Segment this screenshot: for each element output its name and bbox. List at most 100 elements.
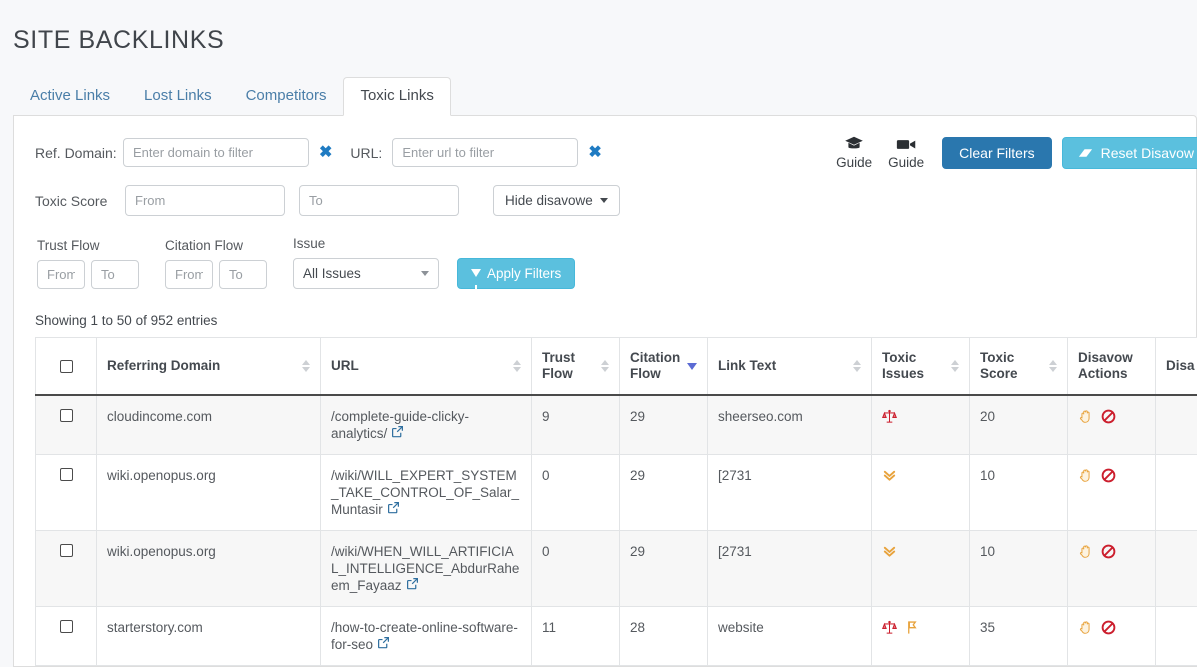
- cell-disavow-actions: [1068, 607, 1156, 666]
- ban-icon[interactable]: [1101, 620, 1116, 635]
- cell-toxic-score: 10: [970, 531, 1068, 607]
- column-citation-flow[interactable]: Citation Flow: [620, 338, 708, 396]
- column-toxic-issues[interactable]: Toxic Issues: [872, 338, 970, 396]
- guide-video-label: Guide: [888, 155, 924, 170]
- sort-arrows-icon[interactable]: [601, 360, 609, 372]
- hand-icon[interactable]: [1078, 620, 1093, 635]
- row-checkbox-cell[interactable]: [36, 531, 97, 607]
- trust-flow-to-input[interactable]: [91, 260, 139, 289]
- toxic-score-from-input[interactable]: [125, 185, 285, 216]
- hand-icon[interactable]: [1078, 468, 1093, 483]
- hand-icon[interactable]: [1078, 544, 1093, 559]
- cell-disavow-status: [1156, 531, 1197, 607]
- column-label: Referring Domain: [107, 358, 220, 374]
- double-chevron-down-icon[interactable]: [882, 468, 897, 483]
- row-checkbox[interactable]: [60, 468, 73, 481]
- tab-toxic-links[interactable]: Toxic Links: [343, 77, 450, 116]
- filter-row-flows: Trust Flow Citation Flow Issue All Issue…: [35, 236, 1196, 293]
- open-url-link[interactable]: [387, 501, 400, 518]
- column-toxic-score[interactable]: Toxic Score: [970, 338, 1068, 396]
- table-row: cloudincome.com/complete-guide-clicky-an…: [36, 395, 1197, 455]
- sort-arrows-icon[interactable]: [1049, 360, 1057, 372]
- column-trust-flow[interactable]: Trust Flow: [532, 338, 620, 396]
- cell-disavow-actions: [1068, 395, 1156, 455]
- column-label: Disa: [1166, 358, 1195, 374]
- row-checkbox[interactable]: [60, 620, 73, 633]
- entries-count: Showing 1 to 50 of 952 entries: [14, 293, 1196, 337]
- guide-doc-button[interactable]: Guide: [828, 136, 880, 170]
- filter-funnel-icon: [471, 269, 481, 277]
- external-link-icon[interactable]: [406, 577, 419, 590]
- sort-arrows-icon[interactable]: [513, 360, 521, 372]
- ref-domain-input[interactable]: [123, 138, 309, 167]
- row-checkbox-cell[interactable]: [36, 607, 97, 666]
- url-clear-icon[interactable]: ✖: [588, 145, 601, 161]
- ban-icon[interactable]: [1101, 544, 1116, 559]
- guide-doc-label: Guide: [836, 155, 872, 170]
- apply-filters-button[interactable]: Apply Filters: [457, 258, 575, 289]
- external-link-icon[interactable]: [391, 425, 404, 438]
- double-chevron-down-icon[interactable]: [882, 544, 897, 559]
- sort-arrows-icon[interactable]: [951, 360, 959, 372]
- external-link-icon[interactable]: [387, 501, 400, 514]
- toxic-score-to-input[interactable]: [299, 185, 459, 216]
- external-link-icon[interactable]: [377, 636, 390, 649]
- backlinks-table: Referring Domain URL Trust Flow: [35, 337, 1197, 666]
- cell-url: /complete-guide-clicky-analytics/: [321, 395, 532, 455]
- sort-descending-icon[interactable]: [687, 363, 697, 370]
- sort-arrows-icon[interactable]: [853, 360, 861, 372]
- scales-icon[interactable]: [882, 409, 897, 424]
- column-referring-domain[interactable]: Referring Domain: [97, 338, 321, 396]
- cell-toxic-score: 10: [970, 455, 1068, 531]
- eraser-icon: [1077, 146, 1094, 160]
- column-select-all[interactable]: [36, 338, 97, 396]
- row-checkbox-cell[interactable]: [36, 395, 97, 455]
- toxic-links-panel: Ref. Domain: ✖ URL: ✖ Toxic Score Hide d…: [13, 115, 1197, 667]
- cell-toxic-score: 20: [970, 395, 1068, 455]
- row-checkbox[interactable]: [60, 544, 73, 557]
- scales-icon[interactable]: [882, 620, 897, 635]
- column-label: Link Text: [718, 358, 776, 374]
- open-url-link[interactable]: [377, 636, 390, 653]
- citation-flow-to-input[interactable]: [219, 260, 267, 289]
- apply-filters-label: Apply Filters: [487, 266, 561, 281]
- flag-icon[interactable]: [905, 620, 920, 635]
- issue-group: Issue All Issues: [293, 236, 439, 289]
- cell-url: /wiki/WILL_EXPERT_SYSTEM_TAKE_CONTROL_OF…: [321, 455, 532, 531]
- ref-domain-clear-icon[interactable]: ✖: [319, 145, 332, 161]
- select-all-checkbox[interactable]: [60, 360, 73, 373]
- tab-competitors[interactable]: Competitors: [229, 77, 344, 115]
- guide-video-button[interactable]: Guide: [880, 137, 932, 170]
- row-checkbox[interactable]: [60, 409, 73, 422]
- sort-arrows-icon[interactable]: [302, 360, 310, 372]
- tab-lost-links[interactable]: Lost Links: [127, 77, 229, 115]
- citation-flow-from-input[interactable]: [165, 260, 213, 289]
- filter-row-toxic-score: Toxic Score Hide disavowe: [35, 185, 1196, 216]
- table-row: starterstory.com/how-to-create-online-so…: [36, 607, 1197, 666]
- cell-citation-flow: 29: [620, 531, 708, 607]
- issue-select[interactable]: All Issues: [293, 258, 439, 289]
- cell-link-text: sheerseo.com: [708, 395, 872, 455]
- open-url-link[interactable]: [406, 577, 419, 594]
- cell-link-text: [2731: [708, 531, 872, 607]
- tab-active-links[interactable]: Active Links: [13, 77, 127, 115]
- clear-filters-button[interactable]: Clear Filters: [942, 137, 1051, 169]
- filter-bar: Ref. Domain: ✖ URL: ✖ Toxic Score Hide d…: [14, 116, 1196, 293]
- url-input[interactable]: [392, 138, 578, 167]
- trust-flow-from-input[interactable]: [37, 260, 85, 289]
- column-link-text[interactable]: Link Text: [708, 338, 872, 396]
- trust-flow-group: Trust Flow: [37, 238, 139, 289]
- column-url[interactable]: URL: [321, 338, 532, 396]
- row-checkbox-cell[interactable]: [36, 455, 97, 531]
- reset-disavow-button[interactable]: Reset Disavow: [1062, 137, 1197, 169]
- cell-referring-domain: cloudincome.com: [97, 395, 321, 455]
- citation-flow-group: Citation Flow: [165, 238, 267, 289]
- tab-bar: Active Links Lost Links Competitors Toxi…: [13, 77, 1197, 115]
- url-label: URL:: [350, 145, 382, 161]
- ban-icon[interactable]: [1101, 468, 1116, 483]
- hand-icon[interactable]: [1078, 409, 1093, 424]
- ban-icon[interactable]: [1101, 409, 1116, 424]
- hide-disavowed-dropdown[interactable]: Hide disavowe: [493, 185, 620, 216]
- url-text: /wiki/WHEN_WILL_ARTIFICIAL_INTELLIGENCE_…: [331, 544, 519, 593]
- open-url-link[interactable]: [391, 425, 404, 442]
